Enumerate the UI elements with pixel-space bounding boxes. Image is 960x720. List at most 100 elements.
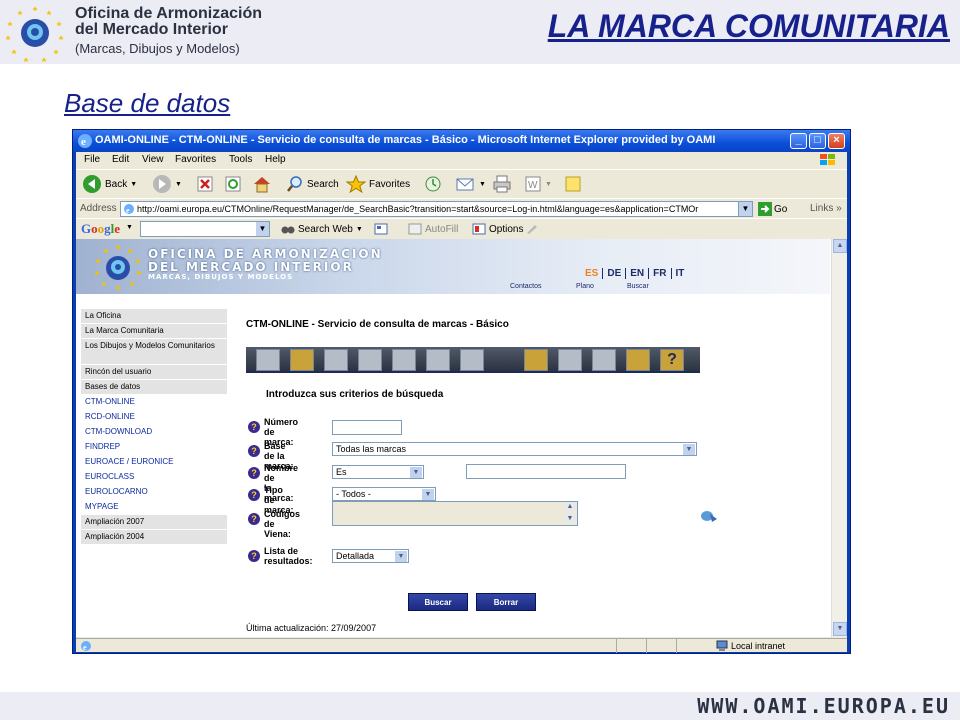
page-viewport: OFICINA DE ARMONIZACION DEL MERCADO INTE… <box>76 239 847 637</box>
google-menu-dropdown-icon[interactable]: ▼ <box>126 224 133 231</box>
edit-dropdown-icon[interactable]: ▼ <box>545 181 552 188</box>
nav-la-marca-comunitaria[interactable]: La Marca Comunitaria <box>81 324 227 339</box>
google-search-input[interactable]: ▼ <box>140 221 270 237</box>
scroll-down-arrow-icon[interactable]: ▼ <box>833 622 847 636</box>
window-title: OAMI-ONLINE - CTM-ONLINE - Servicio de c… <box>95 134 716 146</box>
advanced-search-icon[interactable] <box>358 349 382 371</box>
address-input[interactable]: e http://oami.europa.eu/CTMOnline/Reques… <box>120 201 753 217</box>
export-icon[interactable] <box>392 349 416 371</box>
menu-help[interactable]: Help <box>265 154 286 165</box>
help-icon[interactable]: ? <box>248 445 260 457</box>
nombre-operator-select[interactable]: Es ▼ <box>332 465 424 479</box>
google-pagerank-button[interactable] <box>374 223 388 235</box>
stop-icon <box>197 176 213 192</box>
buscar-button[interactable]: Buscar <box>408 593 468 611</box>
menu-edit[interactable]: Edit <box>112 154 129 165</box>
maximize-button[interactable]: □ <box>809 133 826 149</box>
close-button[interactable]: × <box>828 133 845 149</box>
vertical-scrollbar[interactable]: ▲ ▼ <box>831 239 847 637</box>
chevron-down-icon[interactable]: ▼ <box>683 444 695 455</box>
history-button[interactable] <box>422 174 442 194</box>
simple-search-icon[interactable] <box>256 349 280 371</box>
google-search-dropdown-icon[interactable]: ▼ <box>256 222 269 236</box>
scroll-up-icon[interactable]: ▲ <box>564 502 576 512</box>
nav-ctm-online[interactable]: CTM-ONLINE <box>81 395 227 410</box>
borrar-button[interactable]: Borrar <box>476 593 536 611</box>
help-icon[interactable]: ? <box>248 513 260 525</box>
nav-rincon-usuario[interactable]: Rincón del usuario <box>81 365 227 380</box>
nav-rcd-online[interactable]: RCD-ONLINE <box>81 410 227 425</box>
scroll-down-icon[interactable]: ▼ <box>564 513 576 524</box>
help-icon[interactable]: ? <box>248 489 260 501</box>
nav-ampliacion-2007[interactable]: Ampliación 2007 <box>81 515 227 530</box>
links-label: Links <box>810 203 834 214</box>
menu-favorites[interactable]: Favorites <box>175 154 216 165</box>
help-icon[interactable]: ? <box>248 467 260 479</box>
help-question-icon[interactable]: ? <box>660 349 684 371</box>
home-button[interactable] <box>252 174 272 194</box>
list-icon[interactable] <box>426 349 450 371</box>
chevron-down-icon[interactable]: ▼ <box>410 467 422 478</box>
go-button[interactable]: Go <box>758 202 787 216</box>
chevron-down-icon[interactable]: ▼ <box>422 489 434 500</box>
nav-bases-de-datos[interactable]: Bases de datos <box>81 380 227 395</box>
menu-view[interactable]: View <box>142 154 164 165</box>
chevron-down-icon[interactable]: ▼ <box>395 551 407 562</box>
details-icon[interactable] <box>460 349 484 371</box>
nav-ctm-download[interactable]: CTM-DOWNLOAD <box>81 425 227 440</box>
links-button[interactable]: Links » <box>810 203 842 214</box>
basic-search-icon[interactable] <box>290 349 314 371</box>
mail-button[interactable]: ▼ <box>456 174 486 194</box>
print-page-icon[interactable] <box>626 349 650 371</box>
forward-button[interactable]: ▼ <box>152 174 182 194</box>
options-button[interactable]: Options <box>472 223 538 235</box>
nav-euroclass[interactable]: EUROCLASS <box>81 470 227 485</box>
notes-button[interactable] <box>564 174 582 194</box>
nav-mypage[interactable]: MYPAGE <box>81 500 227 515</box>
google-toolbar: Google ▼ ▼ Search Web ▼ AutoFill Options <box>76 218 847 238</box>
address-dropdown-icon[interactable]: ▼ <box>738 202 752 216</box>
help-icon[interactable]: ? <box>248 550 260 562</box>
mail-dropdown-icon[interactable]: ▼ <box>479 181 486 188</box>
back-dropdown-icon[interactable]: ▼ <box>130 181 137 188</box>
key-icon[interactable] <box>524 349 548 371</box>
print-button[interactable] <box>492 174 512 194</box>
minimize-button[interactable]: _ <box>790 133 807 149</box>
google-search-web-button[interactable]: Search Web ▼ <box>281 223 363 235</box>
nav-findrep[interactable]: FINDREP <box>81 440 227 455</box>
page-icon: e <box>124 204 134 215</box>
scroll-up-arrow-icon[interactable]: ▲ <box>833 239 847 253</box>
edit-button[interactable]: W ▼ <box>524 174 552 194</box>
search-web-dropdown-icon[interactable]: ▼ <box>356 226 363 233</box>
google-logo[interactable]: Google <box>81 221 120 237</box>
forward-dropdown-icon[interactable]: ▼ <box>175 181 182 188</box>
tipo-marca-select[interactable]: - Todos - ▼ <box>332 487 436 501</box>
save-icon[interactable] <box>592 349 616 371</box>
search-button[interactable]: Search <box>286 174 339 194</box>
back-page-icon[interactable] <box>558 349 582 371</box>
options-label: Options <box>489 223 524 235</box>
nav-la-oficina[interactable]: La Oficina <box>81 309 227 324</box>
codigos-viena-textarea[interactable]: ▲ ▼ <box>332 501 578 526</box>
status-bar: e Local intranet <box>76 638 847 653</box>
nav-eurolocarno[interactable]: EUROLOCARNO <box>81 485 227 500</box>
numero-marca-input[interactable] <box>332 420 402 435</box>
menu-tools[interactable]: Tools <box>229 154 252 165</box>
stop-button[interactable] <box>196 174 214 194</box>
help-icon[interactable]: ? <box>248 421 260 433</box>
lista-resultados-value: Detallada <box>336 551 375 561</box>
favorites-button[interactable]: Favorites <box>346 174 410 194</box>
owner-search-icon[interactable] <box>324 349 348 371</box>
nav-ampliacion-2004[interactable]: Ampliación 2004 <box>81 530 227 545</box>
autofill-button[interactable]: AutoFill <box>408 223 458 235</box>
menu-file[interactable]: File <box>84 154 100 165</box>
lista-resultados-select[interactable]: Detallada ▼ <box>332 549 409 563</box>
nav-euroace-euronice[interactable]: EUROACE / EURONICE <box>81 455 227 470</box>
window-titlebar[interactable]: e OAMI-ONLINE - CTM-ONLINE - Servicio de… <box>73 130 850 152</box>
base-marca-select[interactable]: Todas las marcas ▼ <box>332 442 697 456</box>
refresh-button[interactable] <box>224 174 242 194</box>
nombre-marca-input[interactable] <box>466 464 626 479</box>
vienna-lookup-icon[interactable] <box>700 509 718 523</box>
back-button[interactable]: Back ▼ <box>82 174 137 194</box>
nav-dibujos-modelos[interactable]: Los Dibujos y Modelos Comunitarios <box>81 339 227 365</box>
